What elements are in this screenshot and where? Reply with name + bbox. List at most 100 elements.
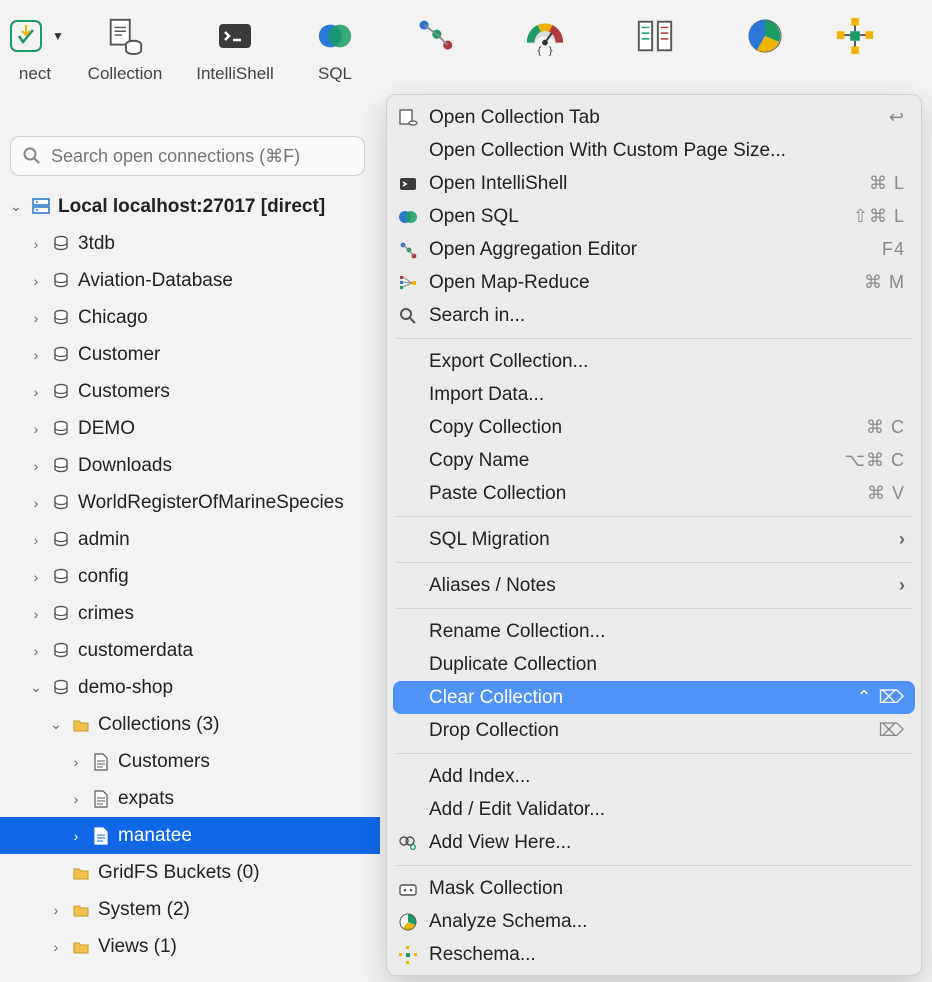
chevron-right-icon[interactable]: › — [68, 828, 84, 844]
ctx-open-custom-page[interactable]: Open Collection With Custom Page Size... — [387, 134, 921, 167]
tree-db[interactable]: › Downloads — [0, 447, 380, 484]
ctx-import-data[interactable]: Import Data... — [387, 378, 921, 411]
chevron-right-icon[interactable]: › — [28, 458, 44, 474]
chevron-down-icon[interactable]: ⌄ — [28, 679, 44, 696]
database-icon — [50, 566, 72, 588]
toolbar-schema[interactable] — [710, 6, 820, 56]
toolbar-collection[interactable]: Collection — [70, 6, 180, 84]
chevron-right-icon[interactable]: › — [28, 310, 44, 326]
chevron-right-icon[interactable]: › — [28, 273, 44, 289]
toolbar-compare[interactable] — [600, 6, 710, 56]
tree-gridfs-folder[interactable]: ›GridFS Buckets (0) — [0, 854, 380, 891]
ctx-label: Copy Collection — [429, 417, 856, 439]
ctx-sql-migration[interactable]: SQL Migration› — [387, 523, 921, 556]
tree-collection[interactable]: ›expats — [0, 780, 380, 817]
ctx-search-in[interactable]: Search in... — [387, 299, 921, 332]
tree-db-label: demo-shop — [78, 677, 173, 699]
tree-db[interactable]: ›admin — [0, 521, 380, 558]
ctx-copy-name[interactable]: Copy Name⌥⌘ C — [387, 444, 921, 477]
chevron-right-icon[interactable]: › — [28, 421, 44, 437]
ctx-analyze-schema[interactable]: Analyze Schema... — [387, 905, 921, 938]
chevron-right-icon[interactable]: › — [68, 754, 84, 770]
chevron-right-icon[interactable]: › — [28, 643, 44, 659]
toolbar-intellishell[interactable]: IntelliShell — [180, 6, 290, 84]
ctx-label: Add View Here... — [429, 832, 905, 854]
chevron-right-icon[interactable]: › — [28, 495, 44, 511]
tree-collection[interactable]: ›Customers — [0, 743, 380, 780]
separator — [395, 338, 913, 339]
tree-db[interactable]: › crimes — [0, 595, 380, 632]
ctx-drop-collection[interactable]: Drop Collection⌦ — [387, 714, 921, 747]
chevron-right-icon[interactable]: › — [68, 791, 84, 807]
search-input[interactable] — [51, 146, 354, 167]
tree-views-folder[interactable]: ›Views (1) — [0, 928, 380, 965]
ctx-open-aggregation[interactable]: Open Aggregation Editor F4 — [387, 233, 921, 266]
tree-collections-folder[interactable]: ⌄ Collections (3) — [0, 706, 380, 743]
ctx-reschema[interactable]: Reschema... — [387, 938, 921, 971]
ctx-label: Aliases / Notes — [429, 575, 889, 597]
separator — [395, 753, 913, 754]
ctx-export-collection[interactable]: Export Collection... — [387, 345, 921, 378]
tree-db[interactable]: ›DEMO — [0, 410, 380, 447]
shortcut: ⌦ — [879, 720, 905, 741]
ctx-add-index[interactable]: Add Index... — [387, 760, 921, 793]
toolbar-collection-label: Collection — [88, 64, 163, 84]
ctx-mask-collection[interactable]: Mask Collection — [387, 872, 921, 905]
folder-icon — [70, 862, 92, 884]
chevron-down-icon[interactable]: ⌄ — [48, 716, 64, 733]
toolbar-profiler[interactable]: { } — [490, 6, 600, 56]
toolbar-connect[interactable]: ▼ nect — [0, 6, 70, 84]
search-connections[interactable] — [10, 136, 365, 176]
tree-folder-label: System (2) — [98, 899, 190, 921]
toolbar-aggregate[interactable]: A — [380, 6, 490, 84]
tree-db-label: 3tdb — [78, 233, 115, 255]
chevron-down-icon[interactable]: ⌄ — [8, 198, 24, 215]
ctx-rename-collection[interactable]: Rename Collection... — [387, 615, 921, 648]
ctx-open-collection-tab[interactable]: Open Collection Tab ↩ — [387, 101, 921, 134]
toolbar-reschema[interactable] — [820, 6, 890, 56]
tree-db[interactable]: ›Aviation-Database — [0, 262, 380, 299]
tree-system-folder[interactable]: › System (2) — [0, 891, 380, 928]
database-icon — [50, 381, 72, 403]
chevron-right-icon[interactable]: › — [28, 384, 44, 400]
tree-db[interactable]: ›config — [0, 558, 380, 595]
tree-collection-selected[interactable]: ›manatee — [0, 817, 380, 854]
ctx-paste-collection[interactable]: Paste Collection⌘ V — [387, 477, 921, 510]
ctx-open-sql[interactable]: Open SQL ⇧⌘ L — [387, 200, 921, 233]
ctx-add-view[interactable]: Add View Here... — [387, 826, 921, 859]
svg-text:{ }: { } — [536, 46, 553, 57]
ctx-label: Add Index... — [429, 766, 905, 788]
ctx-open-mapreduce[interactable]: Open Map-Reduce ⌘ M — [387, 266, 921, 299]
ctx-label: Open Collection Tab — [429, 107, 879, 129]
ctx-add-validator[interactable]: Add / Edit Validator... — [387, 793, 921, 826]
chevron-right-icon[interactable]: › — [28, 532, 44, 548]
ctx-clear-collection[interactable]: Clear Collection⌃ ⌦ — [393, 681, 915, 714]
tree-db-label: crimes — [78, 603, 134, 625]
shortcut: ⌘ C — [866, 417, 905, 438]
tree-db[interactable]: ›Customers — [0, 373, 380, 410]
tree-db[interactable]: › 3tdb — [0, 225, 380, 262]
sql-icon — [397, 206, 419, 228]
chevron-right-icon[interactable]: › — [28, 236, 44, 252]
tree-folder-label: Collections (3) — [98, 714, 219, 736]
chevron-right-icon[interactable]: › — [28, 347, 44, 363]
toolbar-sql[interactable]: SQL — [290, 6, 380, 84]
chevron-right-icon[interactable]: › — [28, 569, 44, 585]
tree-db[interactable]: ›WorldRegisterOfMarineSpecies — [0, 484, 380, 521]
database-icon — [50, 418, 72, 440]
tree-connection[interactable]: ⌄ Local localhost:27017 [direct] — [0, 188, 380, 225]
ctx-duplicate-collection[interactable]: Duplicate Collection — [387, 648, 921, 681]
chevron-right-icon[interactable]: › — [48, 939, 64, 955]
ctx-open-intellishell[interactable]: Open IntelliShell ⌘ L — [387, 167, 921, 200]
tree-db-demo-shop[interactable]: ⌄ demo-shop — [0, 669, 380, 706]
tree-db-label: Downloads — [78, 455, 172, 477]
chevron-right-icon[interactable]: › — [48, 902, 64, 918]
tree-db[interactable]: ›customerdata — [0, 632, 380, 669]
chevron-right-icon[interactable]: › — [28, 606, 44, 622]
dropdown-caret-icon[interactable]: ▼ — [52, 29, 64, 43]
tree-db[interactable]: ›Chicago — [0, 299, 380, 336]
ctx-aliases-notes[interactable]: Aliases / Notes› — [387, 569, 921, 602]
ctx-copy-collection[interactable]: Copy Collection ⌘ C — [387, 411, 921, 444]
tree-db[interactable]: ›Customer — [0, 336, 380, 373]
shortcut: ⌘ L — [869, 173, 905, 194]
